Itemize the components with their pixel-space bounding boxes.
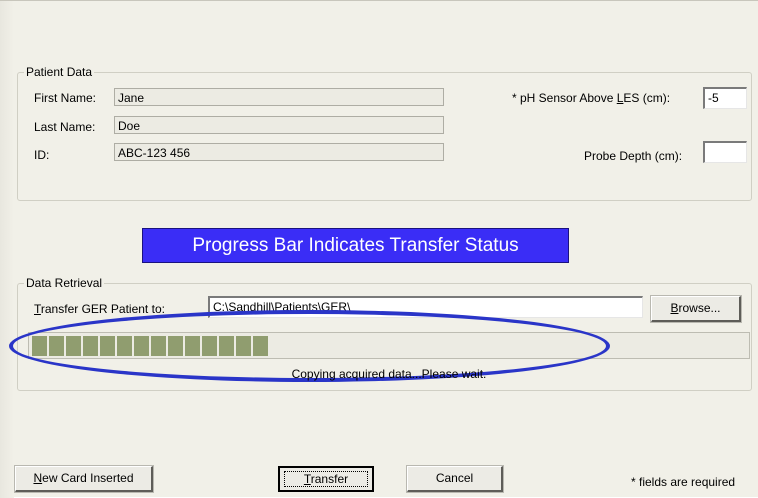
first-name-field: Jane [114, 88, 444, 106]
transfer-status-text: Copying acquired data...Please wait. [291, 367, 487, 381]
probe-depth-input[interactable] [703, 141, 747, 163]
progress-segment [100, 336, 115, 356]
progress-segment [151, 336, 166, 356]
focus-rectangle [284, 471, 368, 487]
progress-segment [49, 336, 64, 356]
probe-depth-label: Probe Depth (cm): [584, 149, 683, 163]
required-fields-note: * fields are required [631, 475, 736, 489]
progress-segment [32, 336, 47, 356]
progress-segment [253, 336, 268, 356]
progress-segment [66, 336, 81, 356]
transfer-dialog: Patient Data First Name: Jane Last Name:… [0, 0, 758, 498]
id-field: ABC-123 456 [114, 143, 444, 161]
ph-sensor-label: * pH Sensor Above LES (cm): [512, 91, 671, 105]
transfer-to-label: Transfer GER Patient to: [34, 302, 165, 316]
progress-segment [185, 336, 200, 356]
patient-data-legend: Patient Data [24, 65, 95, 79]
first-name-label: First Name: [34, 91, 97, 105]
transfer-progress-bar [28, 332, 750, 359]
transfer-button[interactable]: Transfer [278, 466, 374, 492]
progress-segment [168, 336, 183, 356]
data-retrieval-legend: Data Retrieval [24, 276, 105, 290]
progress-segment [202, 336, 217, 356]
last-name-label: Last Name: [34, 120, 96, 134]
progress-segment [134, 336, 149, 356]
cancel-button[interactable]: Cancel [407, 466, 503, 492]
ph-sensor-input[interactable]: -5 [703, 87, 747, 109]
id-label: ID: [34, 148, 50, 162]
new-card-inserted-button[interactable]: New Card Inserted [15, 466, 153, 492]
progress-annotation-banner: Progress Bar Indicates Transfer Status [142, 228, 569, 263]
progress-segment [117, 336, 132, 356]
progress-segment [236, 336, 251, 356]
progress-segment [219, 336, 234, 356]
progress-segment [83, 336, 98, 356]
left-edge-fade [0, 1, 14, 498]
browse-button[interactable]: Browse... [651, 296, 741, 322]
last-name-field: Doe [114, 116, 444, 134]
transfer-path-input[interactable]: C:\Sandhill\Patients\GER\ [208, 296, 643, 318]
